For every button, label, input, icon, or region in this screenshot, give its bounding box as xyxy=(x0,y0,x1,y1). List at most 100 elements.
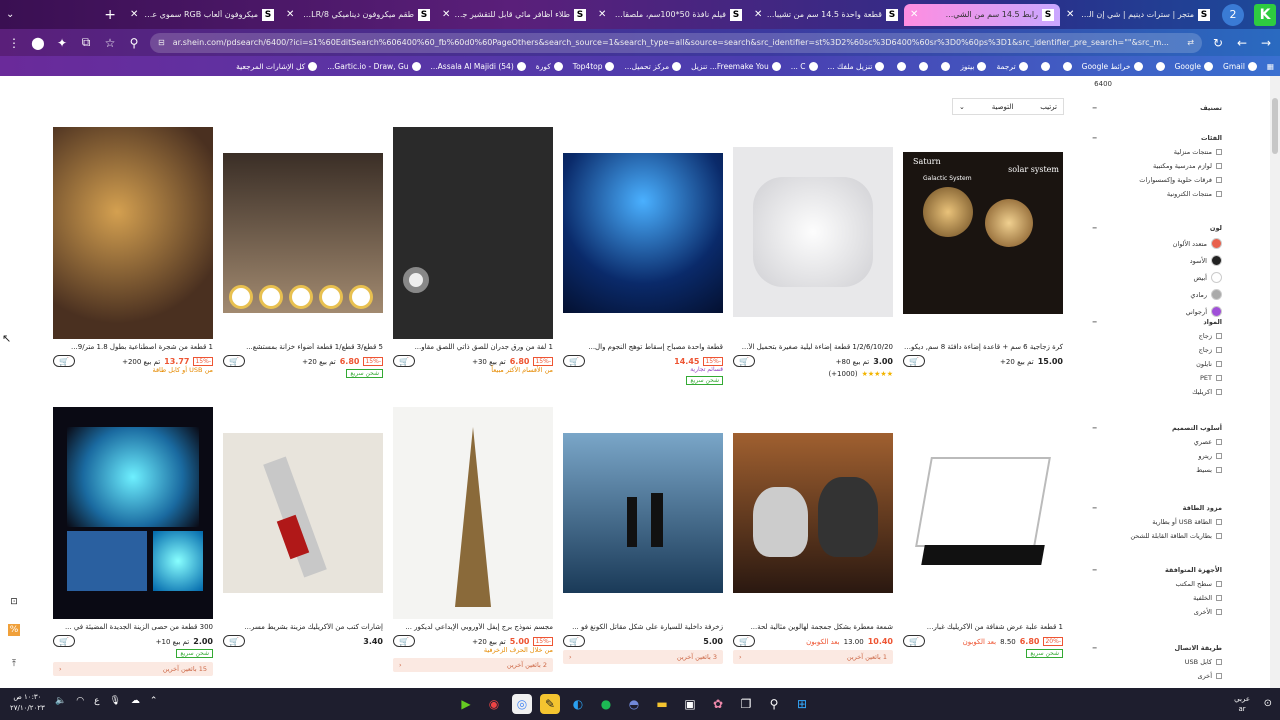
close-icon[interactable]: ✕ xyxy=(286,9,294,20)
checkbox[interactable] xyxy=(1216,361,1222,367)
filter-option[interactable]: منتجات الكترونية xyxy=(1092,190,1222,198)
add-to-cart-button[interactable]: 🛒 xyxy=(223,355,245,367)
product-title[interactable]: كرة زجاجية 6 سم + قاعدة إضاءة دافئة 8 سم… xyxy=(903,343,1063,353)
bookmark-item[interactable]: Gartic.io - Draw, Gu... xyxy=(327,61,421,71)
bookmark-item[interactable] xyxy=(894,61,907,71)
other-sellers-link[interactable]: 15 بائعين آخرين ‹ xyxy=(53,662,213,676)
filter-option[interactable]: سطح المكتب xyxy=(1092,580,1222,588)
product-title[interactable]: إشارات كتب من الأكريليك مزينة بشريط مسر.… xyxy=(223,623,383,633)
product-image[interactable] xyxy=(53,127,213,339)
product-card[interactable]: Saturn solar system Galactic System كرة زجا… xyxy=(903,127,1063,367)
bookmark-item[interactable] xyxy=(916,61,929,71)
add-to-cart-button[interactable]: 🛒 xyxy=(733,635,755,647)
checkbox[interactable] xyxy=(1216,177,1222,183)
store-icon[interactable]: ▣ xyxy=(680,694,700,714)
add-to-cart-button[interactable]: 🛒 xyxy=(53,355,75,367)
filter-option[interactable]: منتجات منزلية xyxy=(1092,148,1222,156)
filter-header[interactable]: أسلوب التصميم − xyxy=(1092,424,1222,432)
product-title[interactable]: 1 قطعة علبة عرض شفافة من الأكريليك غبار.… xyxy=(903,623,1063,633)
product-image[interactable] xyxy=(903,407,1063,619)
filter-option[interactable]: لوازم مدرسية ومكتبية xyxy=(1092,162,1222,170)
product-card[interactable]: 1 قطعة من شجرة اصطناعية بطول 1.8 متر/9..… xyxy=(53,127,213,374)
sort-dropdown[interactable]: ترتيب التوصية ⌄ xyxy=(952,98,1064,115)
collapse-icon[interactable]: − xyxy=(1092,424,1097,432)
product-image[interactable] xyxy=(393,407,553,619)
filter-option[interactable]: الأسود xyxy=(1092,255,1222,266)
play-app-icon[interactable]: ▶ xyxy=(456,694,476,714)
checkbox[interactable] xyxy=(1216,163,1222,169)
product-card[interactable]: 1 لفة من ورق جدران للصق ذاتي اللصق مقاو.… xyxy=(393,127,553,374)
url-field[interactable]: ⊟ ar.shein.com/pdsearch/6400/?ici=s1%60E… xyxy=(150,32,1202,53)
browser-logo[interactable]: K xyxy=(1254,3,1276,26)
checkbox[interactable] xyxy=(1216,581,1222,587)
bookmark-item[interactable]: (54) Assala Al Majidi... xyxy=(431,61,526,71)
collapse-icon[interactable]: − xyxy=(1092,318,1097,326)
checkbox[interactable] xyxy=(1216,673,1222,679)
discord-icon[interactable]: ◓ xyxy=(624,694,644,714)
filter-option[interactable]: كابل USB xyxy=(1092,658,1222,666)
input-icon[interactable]: ع xyxy=(94,696,99,706)
split-view-icon[interactable]: ⧉ xyxy=(78,35,94,50)
checkbox[interactable] xyxy=(1216,439,1222,445)
start-icon[interactable]: ⊞ xyxy=(792,694,812,714)
checkbox[interactable] xyxy=(1216,347,1222,353)
product-card[interactable]: 5 قطع/3 قطع/1 قطعة أضواء خزانة بمستشع...… xyxy=(223,127,383,378)
add-to-cart-button[interactable]: 🛒 xyxy=(393,355,415,367)
color-swatch[interactable] xyxy=(1211,306,1222,317)
checkbox[interactable] xyxy=(1216,389,1222,395)
filter-header[interactable]: لون − xyxy=(1092,224,1222,232)
browser-tab[interactable]: S ميكروفون ألعاب RGB سموي علي... ✕ xyxy=(124,4,280,26)
product-image[interactable]: Saturn solar system Galactic System xyxy=(903,127,1063,339)
checkbox[interactable] xyxy=(1216,375,1222,381)
product-title[interactable]: زخرفة داخلية للسيارة على شكل مقاتل الكون… xyxy=(563,623,723,633)
other-sellers-link[interactable]: 1 بائعين آخرين ‹ xyxy=(733,650,893,664)
close-icon[interactable]: ✕ xyxy=(442,9,450,20)
add-to-cart-button[interactable]: 🛒 xyxy=(53,635,75,647)
profile-avatar[interactable]: 2 xyxy=(1222,3,1244,26)
filter-option[interactable]: الطاقة USB أو بطارية xyxy=(1092,518,1222,526)
task-view-icon[interactable]: ❐ xyxy=(736,694,756,714)
filter-option[interactable]: PET xyxy=(1092,374,1222,382)
filter-option[interactable]: بطاريات الطاقة القابلة للشحن xyxy=(1092,532,1222,540)
reload-icon[interactable]: ↻ xyxy=(1210,36,1226,50)
file-explorer-icon[interactable]: ▬ xyxy=(652,694,672,714)
product-image[interactable] xyxy=(53,407,213,619)
close-icon[interactable]: ✕ xyxy=(598,9,606,20)
mic-icon[interactable]: 🎙 xyxy=(109,696,120,706)
bookmark-item[interactable] xyxy=(1153,61,1165,71)
bookmark-item[interactable]: مركز تحميل... xyxy=(624,61,682,71)
add-to-cart-button[interactable]: 🛒 xyxy=(223,635,245,647)
volume-icon[interactable]: 🔈 xyxy=(55,696,66,706)
chevron-up-icon[interactable]: ⌃ xyxy=(150,696,158,706)
spotify-icon[interactable]: ● xyxy=(596,694,616,714)
other-sellers-link[interactable]: 3 بائعين آخرين ‹ xyxy=(563,650,723,664)
product-title[interactable]: 300 قطعة من حصى الزينة الجديدة المضيئة ف… xyxy=(53,623,213,633)
product-image[interactable] xyxy=(223,127,383,339)
menu-dots-icon[interactable]: ⋮ xyxy=(6,36,22,50)
close-icon[interactable]: ✕ xyxy=(1066,9,1074,20)
add-to-cart-button[interactable]: 🛒 xyxy=(733,355,755,367)
bookmark-item[interactable] xyxy=(1038,61,1050,71)
new-tab-button[interactable]: + xyxy=(96,7,124,23)
browser-tab[interactable]: S متجر | سترات دينيم | شي إن الكو... ✕ xyxy=(1060,4,1216,26)
checkbox[interactable] xyxy=(1216,659,1222,665)
filter-option[interactable]: الخلفية xyxy=(1092,594,1222,602)
checkbox[interactable] xyxy=(1216,333,1222,339)
product-card[interactable]: شمعة معطرة بشكل جمجمة لهالوين مثالية لحة… xyxy=(733,407,893,664)
taskbar-clock[interactable]: ١٠:٣٠ ص ٢٧/١٠/٢٠٢٣ xyxy=(10,692,45,714)
color-swatch[interactable] xyxy=(1211,238,1222,249)
product-title[interactable]: مجسم نموذج برج إيفل الأوروبي الإبداعي لد… xyxy=(393,623,553,633)
extension-icon[interactable]: ⬤ xyxy=(30,36,46,50)
filter-option[interactable]: نايلون xyxy=(1092,360,1222,368)
bookmark-item[interactable]: Freemake You... تنزيل xyxy=(691,61,781,71)
filter-header[interactable]: المواد − xyxy=(1092,318,1222,326)
product-card[interactable]: 1 قطعة علبة عرض شفافة من الأكريليك غبار.… xyxy=(903,407,1063,658)
close-icon[interactable]: ✕ xyxy=(910,9,918,20)
bookmark-item[interactable]: Gmail xyxy=(1223,61,1257,71)
close-icon[interactable]: ✕ xyxy=(754,9,762,20)
product-title[interactable]: 1/2/6/10/20 قطعة إضاءة ليلية صغيرة بتحمي… xyxy=(733,343,893,353)
product-title[interactable]: قطعة واحدة مصباح إسقاط توهج النجوم وال..… xyxy=(563,343,723,353)
translate-icon[interactable]: ⇄ xyxy=(1187,38,1194,47)
collapse-icon[interactable]: − xyxy=(1092,566,1097,574)
feedback-icon[interactable]: ⊡ xyxy=(8,596,20,608)
